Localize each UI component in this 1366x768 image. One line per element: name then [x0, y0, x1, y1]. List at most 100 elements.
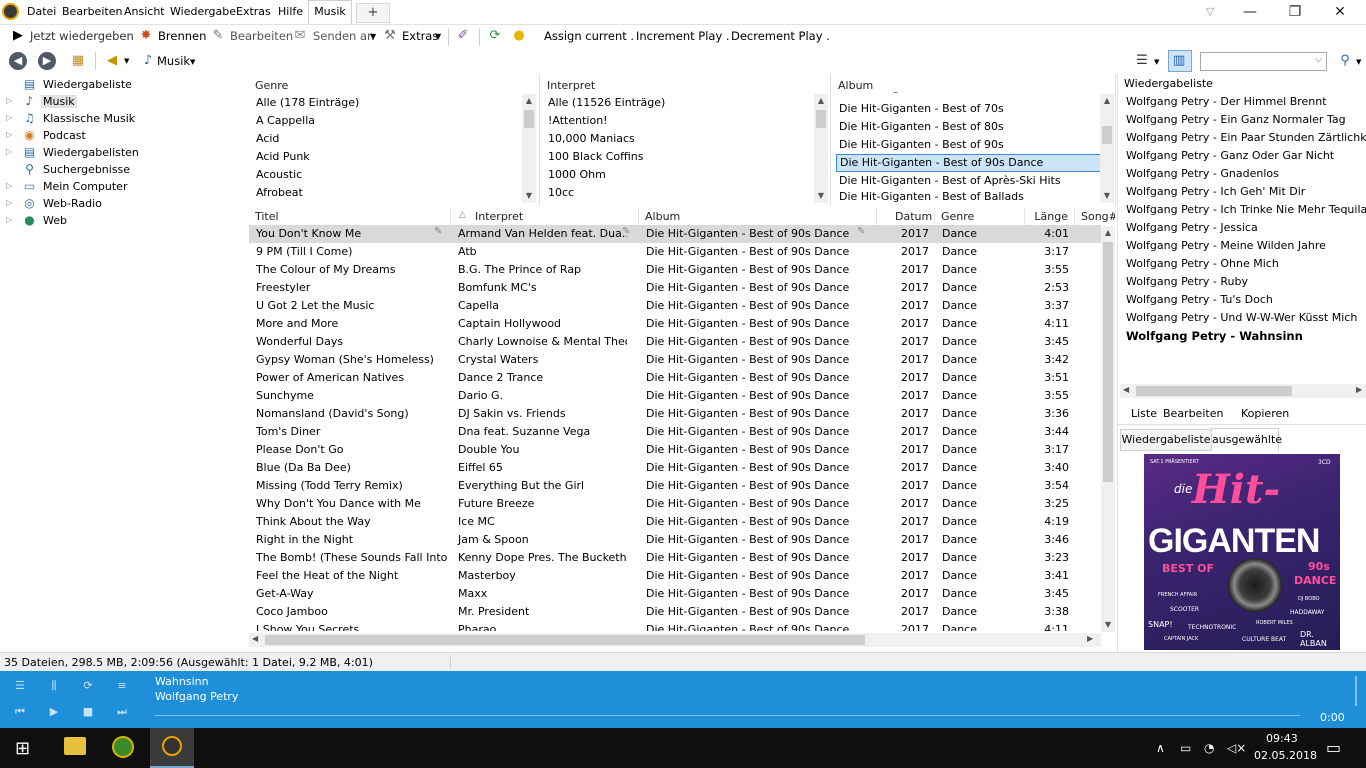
play-icon[interactable]: ▶ — [10, 28, 26, 44]
table-row[interactable]: Sunchyme Dario G. Die Hit-Giganten - Best … — [249, 387, 1101, 405]
table-row[interactable]: Freestyler Bomfunk MC's Die Hit-Giganten -… — [249, 279, 1101, 297]
forward-icon[interactable]: ▶ — [38, 52, 56, 70]
breadcrumb-musik[interactable]: Musik — [157, 54, 190, 68]
search-options-dropdown-icon[interactable]: ▼ — [1356, 58, 1361, 66]
list-item[interactable]: Die Hit-Giganten - Best of 90s — [836, 136, 1106, 154]
wifi-icon[interactable]: ◔ — [1204, 741, 1214, 755]
list-item[interactable]: 10,000 Maniacs — [545, 130, 815, 148]
expand-icon[interactable]: ▷ — [6, 147, 12, 156]
list-item[interactable]: A Cappella — [253, 112, 523, 130]
app-icon[interactable] — [112, 736, 134, 758]
volume-slider[interactable] — [1355, 676, 1357, 706]
list-item[interactable]: 10cc — [545, 184, 815, 202]
scrollbar-thumb[interactable] — [524, 110, 534, 128]
playlist-item[interactable]: Wolfgang Petry - Gnadenlos — [1126, 165, 1279, 183]
column-header-titel[interactable]: Titel — [249, 208, 451, 226]
scroll-down-icon[interactable]: ▼ — [522, 189, 536, 203]
scroll-down-icon[interactable]: ▼ — [1100, 189, 1114, 203]
tree-item-web[interactable]: ▷ ● Web — [0, 212, 248, 229]
next-icon[interactable]: ⏭ — [114, 705, 130, 719]
send-to-button[interactable]: Senden an — [313, 29, 374, 43]
scroll-right-icon[interactable]: ▶ — [1356, 385, 1362, 394]
list-item[interactable]: Die Hit-Giganten - Best of Après-Ski Hit… — [836, 172, 1106, 190]
sync-icon[interactable]: ⟳ — [487, 28, 503, 44]
app-logo-icon[interactable] — [2, 3, 19, 20]
scroll-up-icon[interactable]: ▲ — [814, 94, 828, 108]
extras-button[interactable]: Extras — [402, 29, 438, 43]
menu-wiedergabe[interactable]: Wiedergabe — [170, 5, 236, 18]
table-row[interactable]: You Don't Know Me Armand Van Helden feat.… — [249, 225, 1101, 243]
playlist-tool-kopieren[interactable]: Kopieren — [1241, 407, 1289, 420]
list-item[interactable]: !Attention! — [545, 112, 815, 130]
list-item[interactable]: Alle (11526 Einträge) — [545, 94, 815, 112]
playlist-tool-bearbeiten[interactable]: Bearbeiten — [1163, 407, 1223, 420]
expand-icon[interactable]: ▷ — [6, 198, 12, 207]
tree-item-podcast[interactable]: ▷ ◉ Podcast — [0, 127, 248, 144]
decrement-play-button[interactable]: Decrement Play . — [731, 29, 830, 43]
expand-icon[interactable]: ▷ — [6, 96, 12, 105]
list-item[interactable]: Alle (178 Einträge) — [253, 94, 523, 112]
burn-button[interactable]: Brennen — [158, 29, 206, 43]
genre-scrollbar[interactable]: ▲ ▼ — [522, 94, 536, 203]
list-item[interactable]: Die Hit-Giganten - Best of 70s — [836, 100, 1106, 118]
tab-musik[interactable]: Musik — [308, 0, 352, 24]
playlist-item[interactable]: Wolfgang Petry - Meine Wilden Jahre — [1126, 237, 1326, 255]
table-row[interactable]: Please Don't Go Double You Die Hit-Gigante… — [249, 441, 1101, 459]
menu-ansicht[interactable]: Ansicht — [124, 5, 165, 18]
play-now-button[interactable]: Jetzt wiedergeben — [30, 29, 134, 43]
list-view-icon[interactable]: ☰ — [1134, 53, 1150, 69]
restore-button[interactable]: ❐ — [1273, 2, 1317, 22]
tab-wiedergabeliste[interactable]: Wiedergabeliste — [1120, 429, 1212, 451]
send-icon[interactable]: ✉ — [292, 28, 308, 44]
table-row[interactable]: Blue (Da Ba Dee) Eiffel 65 Die Hit-Gigante… — [249, 459, 1101, 477]
list-item[interactable]: Acid Punk — [253, 148, 523, 166]
tree-item-mein-computer[interactable]: ▷ ▭ Mein Computer — [0, 178, 248, 195]
menu-icon[interactable]: ≡ — [114, 679, 130, 693]
view-dropdown-icon[interactable]: ▼ — [1154, 58, 1159, 66]
play-icon[interactable]: ▶ — [46, 705, 62, 719]
list-item[interactable]: Afrobeat — [253, 184, 523, 202]
repeat-icon[interactable]: ⟳ — [80, 679, 96, 693]
scroll-left-icon[interactable]: ◀ — [252, 634, 258, 643]
column-header-song-number[interactable]: Song# — [1075, 208, 1115, 226]
send-to-dropdown-icon[interactable]: ▼ — [370, 32, 376, 41]
scroll-left-icon[interactable]: ◀ — [1123, 385, 1129, 394]
tree-item-klassische-musik[interactable]: ▷ ♫ Klassische Musik — [0, 110, 248, 127]
speaker-dropdown-icon[interactable]: ▼ — [124, 57, 129, 65]
menu-datei[interactable]: Datei — [27, 5, 56, 18]
tree-item-web-radio[interactable]: ▷ ◎ Web-Radio — [0, 195, 248, 212]
previous-icon[interactable]: ⏮ — [12, 705, 28, 719]
table-row[interactable]: Power of American Natives Dance 2 Trance D… — [249, 369, 1101, 387]
table-row[interactable]: Tom's Diner Dna feat. Suzanne Vega Die Hit… — [249, 423, 1101, 441]
scrollbar-thumb[interactable] — [1102, 126, 1112, 144]
expand-icon[interactable]: ▷ — [6, 130, 12, 139]
genre-pane-header[interactable]: Genre — [255, 79, 288, 92]
list-item[interactable]: 1000 Ohm — [545, 166, 815, 184]
notification-icon[interactable]: ▭ — [1326, 738, 1341, 757]
lightbulb-icon[interactable]: ● — [511, 28, 527, 44]
close-button[interactable]: ✕ — [1318, 2, 1362, 22]
table-row[interactable]: Wonderful Days Charly Lownoise & Mental T… — [249, 333, 1101, 351]
playlist-item[interactable]: Wolfgang Petry - Ich Geh' Mit Dir — [1126, 183, 1305, 201]
table-row[interactable]: More and More Captain Hollywood Die Hit-Gi… — [249, 315, 1101, 333]
tracks-vertical-scrollbar[interactable]: ▲ ▼ — [1101, 226, 1115, 632]
scroll-up-icon[interactable]: ▲ — [1101, 226, 1115, 240]
menu-extras[interactable]: Extras — [236, 5, 271, 18]
table-row[interactable]: I Show You Secrets Pharao Die Hit-Giganten… — [249, 621, 1101, 631]
table-row[interactable]: Nomansland (David's Song) DJ Sakin vs. Fr… — [249, 405, 1101, 423]
tree-item-musik[interactable]: ▷ ♪ Musik — [0, 93, 248, 110]
column-header-genre[interactable]: Genre — [935, 208, 1025, 226]
list-item[interactable]: Acid — [253, 130, 523, 148]
playlist-tool-liste[interactable]: Liste — [1131, 407, 1157, 420]
column-header-interpret[interactable]: Interpret — [469, 208, 639, 226]
playlist-horizontal-scrollbar[interactable]: ◀ ▶ — [1120, 384, 1366, 398]
list-item[interactable]: Die Hit-Giganten - Best of 80s — [836, 118, 1106, 136]
column-view-toggle[interactable]: ▥ — [1168, 50, 1192, 72]
menu-hilfe[interactable]: Hilfe — [278, 5, 303, 18]
scroll-up-icon[interactable]: ▲ — [522, 94, 536, 108]
seek-bar[interactable] — [155, 715, 1300, 716]
stop-icon[interactable]: ■ — [80, 705, 96, 719]
file-explorer-icon[interactable] — [64, 737, 86, 755]
pen-icon[interactable]: ✐ — [455, 28, 471, 44]
column-header-album[interactable]: Album — [639, 208, 877, 226]
